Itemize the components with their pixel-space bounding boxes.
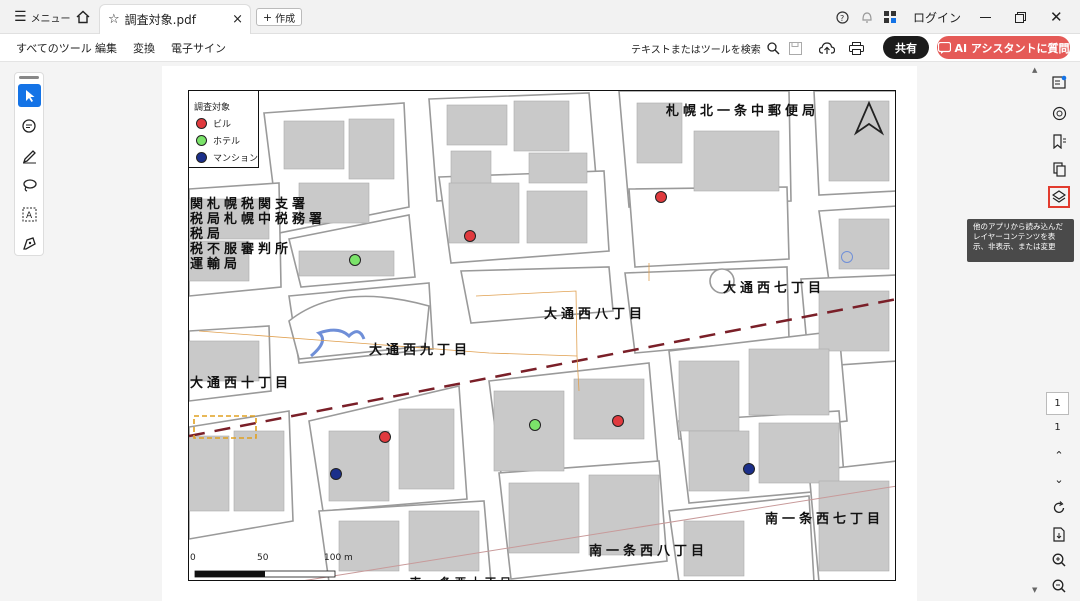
scroll-down-arrow[interactable]: ▼: [1032, 586, 1037, 594]
login-button[interactable]: ログイン: [913, 0, 961, 34]
menu-e-sign[interactable]: 電子サイン: [171, 34, 226, 62]
hamburger-icon: ☰: [14, 9, 27, 25]
svg-text:?: ?: [840, 14, 844, 23]
ai-assistant-button[interactable]: AI アシスタントに質問: [937, 36, 1070, 59]
legend-label: ホテル: [213, 137, 241, 147]
fill-sign-tool[interactable]: [18, 232, 41, 255]
lasso-tool[interactable]: [18, 174, 41, 197]
menu-edit[interactable]: 編集: [95, 34, 117, 62]
select-tool[interactable]: [18, 84, 41, 107]
layers-icon[interactable]: [1048, 186, 1070, 208]
rotate-icon[interactable]: [1048, 497, 1070, 519]
ai-assistant-label: AI アシスタントに質問: [954, 41, 1070, 55]
text-box-icon: A: [22, 207, 37, 222]
title-bar: ☰ メニュー ☆ 調査対象.pdf × + 作成 ? ログイン ✕: [0, 0, 1080, 34]
share-button[interactable]: 共有: [883, 36, 929, 59]
legend-title: 調査対象: [194, 103, 231, 113]
comment-tool[interactable]: [18, 115, 41, 138]
scroll-up-arrow[interactable]: ▲: [1032, 66, 1037, 74]
vertical-scrollbar[interactable]: ▲ ▼: [1031, 66, 1039, 596]
comment-icon: [22, 119, 36, 133]
ai-assistant-icon: [937, 41, 951, 54]
next-page-icon[interactable]: ⌄: [1048, 468, 1070, 490]
pages-thumbnails-icon[interactable]: [1048, 158, 1070, 180]
zoom-in-icon[interactable]: [1048, 549, 1070, 571]
panel-grip[interactable]: [19, 76, 39, 79]
scale-tick-50: 50: [257, 553, 269, 563]
tool-search[interactable]: テキストまたはツールを検索: [631, 34, 780, 62]
minimize-icon[interactable]: [980, 0, 991, 34]
help-icon[interactable]: ?: [836, 0, 849, 34]
menu-convert[interactable]: 変換: [133, 34, 155, 62]
map-label-odori-9: 大通西九丁目: [369, 343, 472, 358]
scale-tick-100: 100 m: [324, 553, 353, 563]
map-label-left-5: 運輸局: [190, 257, 242, 272]
star-icon[interactable]: ☆: [108, 12, 120, 27]
home-icon[interactable]: [76, 0, 90, 34]
legend-dot-navy: [196, 152, 207, 163]
quick-tools-panel: A: [14, 72, 44, 256]
map-label-minami-8: 南一条西八丁目: [589, 544, 709, 559]
svg-text:A: A: [26, 211, 33, 221]
legend-item-mansion: マンション: [196, 151, 258, 164]
bookmarks-icon[interactable]: [1048, 130, 1070, 152]
legend-dot-green: [196, 135, 207, 146]
pen-nib-icon: [23, 237, 36, 250]
page-total: 1: [1054, 422, 1061, 433]
menu-all-tools[interactable]: すべてのツール: [16, 34, 92, 62]
layers-tooltip: 他のアプリから読み込んだレイヤーコンテンツを表示、非表示、または変更: [967, 219, 1074, 262]
menu-label: メニュー: [30, 13, 71, 25]
lasso-icon: [23, 179, 37, 192]
page-number-input[interactable]: 1: [1046, 392, 1069, 415]
menu-button[interactable]: ☰ メニュー: [14, 0, 71, 34]
pen-icon: [22, 150, 36, 164]
scale-tick-0: 0: [190, 553, 196, 563]
map-label-odori-10: 大通西十丁目: [190, 376, 293, 391]
map-label-post-office: 札幌北一条中郵便局: [666, 104, 820, 119]
main-toolbar: すべてのツール 編集 変換 電子サイン テキストまたはツールを検索 共有 AI …: [0, 34, 1080, 62]
close-tab-icon[interactable]: ×: [232, 12, 243, 27]
plus-icon: +: [262, 10, 273, 24]
legend-label: マンション: [213, 154, 259, 164]
apps-grid-icon[interactable]: [884, 0, 897, 34]
legend-item-building: ビル: [196, 117, 231, 130]
cursor-icon: [25, 89, 34, 102]
legend-label: ビル: [213, 120, 232, 130]
text-box-tool[interactable]: A: [18, 203, 41, 226]
tool-search-label: テキストまたはツールを検索: [631, 44, 761, 56]
zoom-out-icon[interactable]: [1048, 575, 1070, 597]
search-icon: [767, 41, 780, 54]
previous-page-icon[interactable]: ⌃: [1048, 444, 1070, 466]
legend-item-hotel: ホテル: [196, 134, 240, 147]
comments-icon[interactable]: [1048, 102, 1070, 124]
save-icon[interactable]: [789, 34, 802, 62]
document-tab[interactable]: ☆ 調査対象.pdf ×: [99, 4, 251, 34]
tab-title: 調査対象.pdf: [124, 13, 196, 27]
draw-tool[interactable]: [18, 145, 41, 168]
new-tab-label: 作成: [275, 13, 296, 25]
bell-icon[interactable]: [861, 0, 873, 34]
cloud-upload-icon[interactable]: [819, 34, 835, 62]
map-label-minami-7: 南一条西七丁目: [765, 512, 885, 527]
new-tab-button[interactable]: + 作成: [256, 8, 302, 26]
close-window-icon[interactable]: ✕: [1050, 0, 1063, 34]
restore-icon[interactable]: [1015, 0, 1026, 34]
edit-pdf-icon[interactable]: [1048, 71, 1070, 93]
legend-dot-red: [196, 118, 207, 129]
map-label-odori-7: 大通西七丁目: [723, 281, 826, 296]
save-page-icon[interactable]: [1048, 523, 1070, 545]
print-icon[interactable]: [849, 34, 864, 62]
map-legend: 調査対象 ビル ホテル マンション: [188, 90, 259, 168]
map-label-odori-8: 大通西八丁目: [544, 307, 647, 322]
